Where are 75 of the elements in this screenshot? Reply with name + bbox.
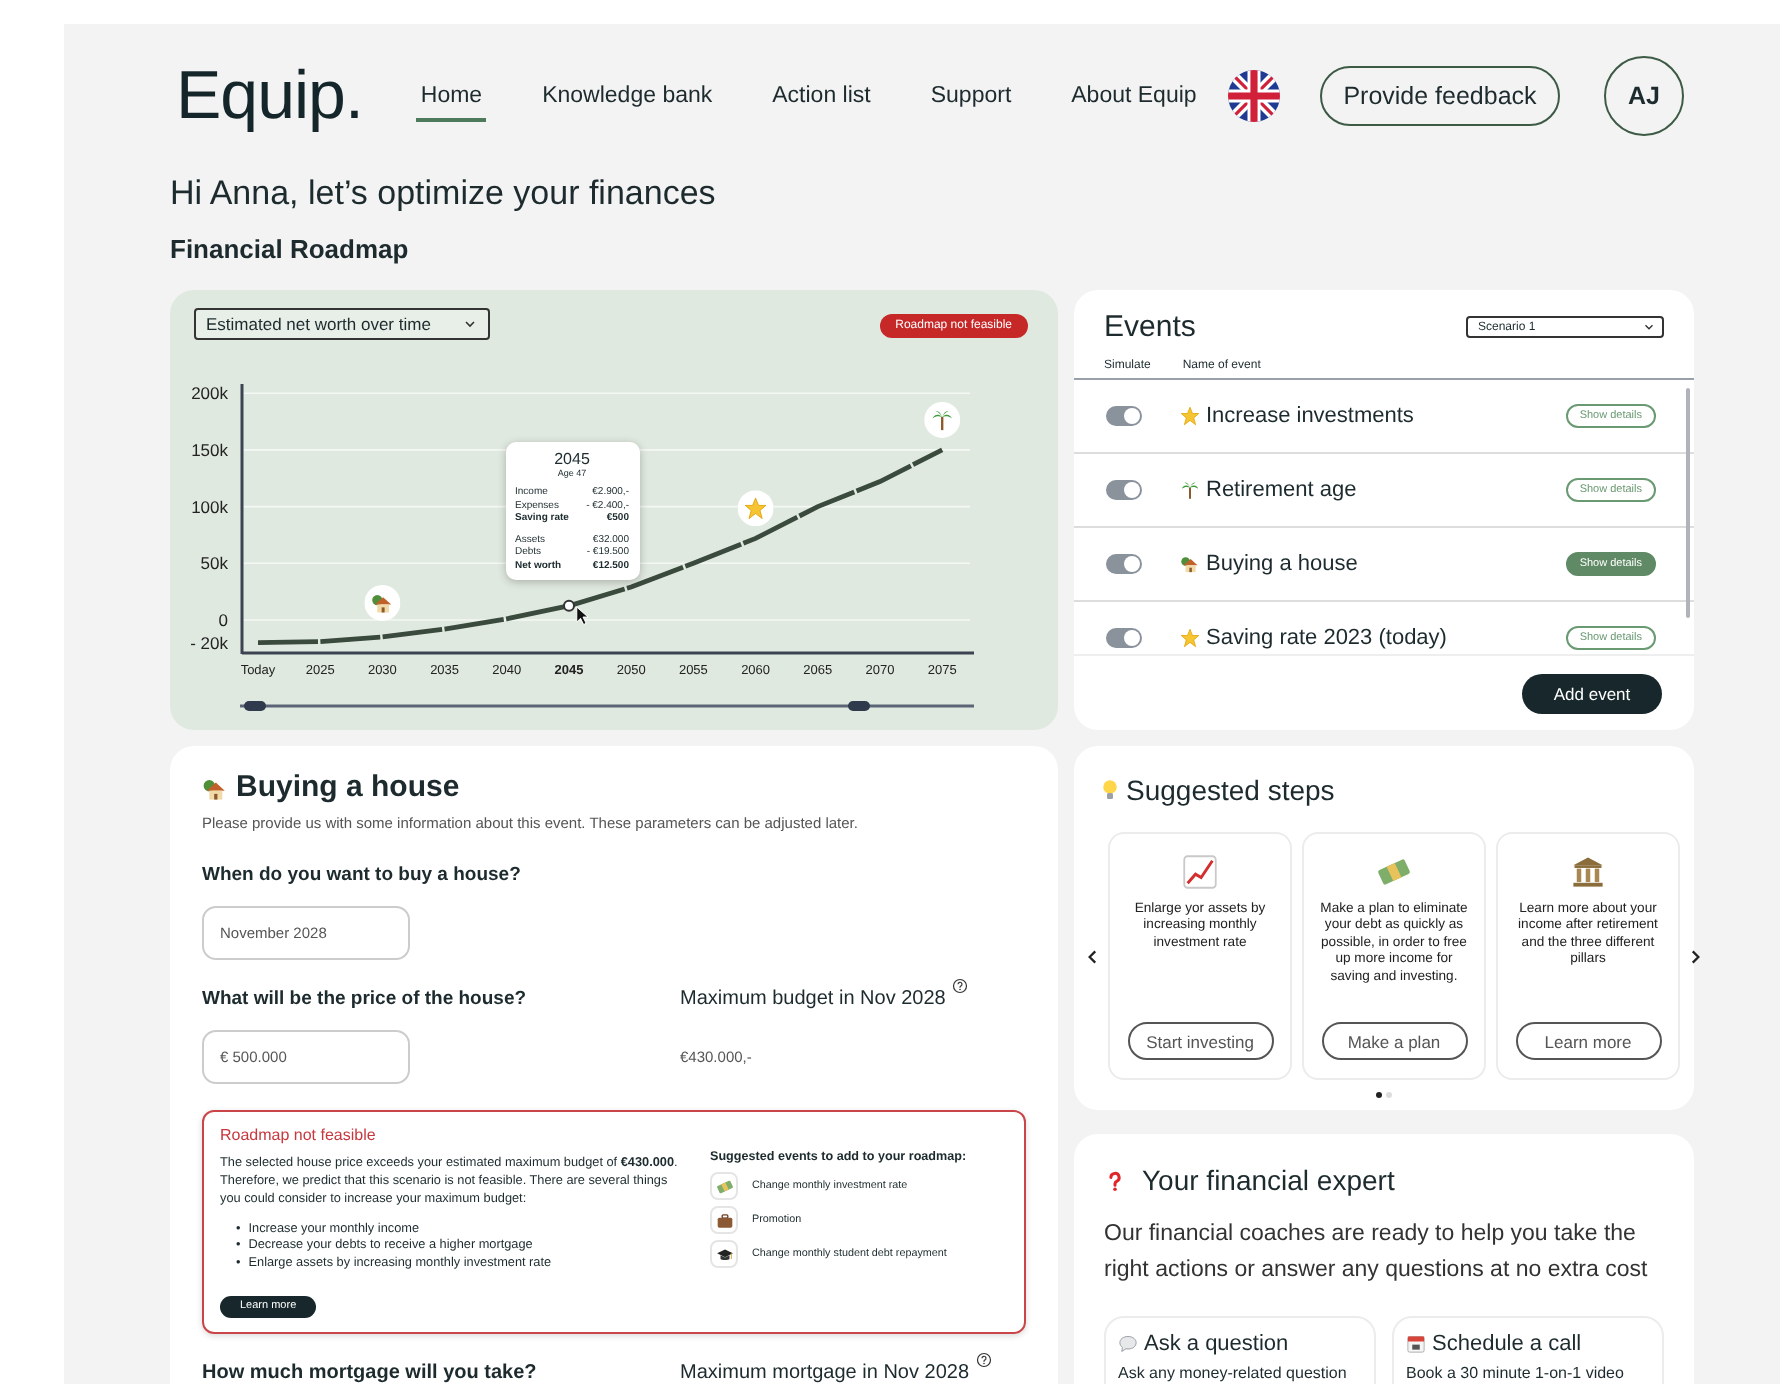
axis-label: 50k: [200, 553, 228, 574]
page-dot[interactable]: [1376, 1092, 1382, 1098]
section-title: Financial Roadmap: [170, 234, 411, 266]
tooltip-title: 2045: [552, 449, 592, 468]
add-event-button[interactable]: Add event: [1522, 673, 1662, 713]
house-icon: [202, 775, 228, 801]
chevron-left-icon[interactable]: [1084, 947, 1102, 965]
speech-bubble-icon: [1118, 1334, 1138, 1354]
chevron-right-icon[interactable]: [1686, 947, 1704, 965]
event-name: Buying a house: [1206, 552, 1358, 576]
star-icon: [1180, 406, 1200, 426]
axis-label: 200k: [191, 383, 228, 404]
range-slider[interactable]: [240, 701, 974, 711]
logo: Equip.: [176, 57, 363, 135]
house-icon[interactable]: [364, 585, 401, 621]
budget-label: Maximum budget in Nov 2028: [680, 988, 946, 1010]
section-title: Suggested steps: [1126, 774, 1335, 806]
house-icon: [1180, 554, 1200, 574]
nav-link[interactable]: Home: [416, 71, 487, 121]
event-name: Saving rate 2023 (today): [1206, 626, 1447, 650]
flag-icon[interactable]: [1228, 70, 1280, 122]
feedback-button[interactable]: Provide feedback: [1320, 66, 1560, 126]
card-title: Schedule a call: [1432, 1332, 1582, 1356]
line-chart-icon: [1182, 854, 1218, 890]
contact-card[interactable]: Ask a question Ask any money-related question: [1104, 1316, 1376, 1384]
lightbulb-icon: [1098, 778, 1122, 802]
graduation-cap-icon: [715, 1245, 733, 1263]
toggle-switch[interactable]: [1106, 406, 1142, 426]
question-label: How much mortgage will you take?: [202, 1362, 539, 1384]
chevron-down-icon: [1642, 320, 1656, 334]
help-icon[interactable]: [951, 978, 968, 994]
palm-tree-icon: [1180, 480, 1200, 500]
step-button[interactable]: Start investing: [1127, 1022, 1273, 1060]
nav-link[interactable]: Support: [926, 71, 1016, 121]
axis-label: 0: [218, 610, 228, 630]
section-title: Your financial expert: [1142, 1164, 1395, 1196]
section-title: Buying a house: [236, 770, 460, 806]
axis-label: - 20k: [190, 632, 228, 653]
chevron-down-icon: [462, 316, 478, 332]
question-mark-icon: [1104, 1169, 1126, 1191]
nav-link[interactable]: Action list: [768, 71, 875, 121]
step-button[interactable]: Learn more: [1515, 1022, 1661, 1060]
card-text: Ask any money-related question: [1118, 1364, 1349, 1382]
nav-link[interactable]: About Equip: [1067, 71, 1201, 121]
page-dot[interactable]: [1386, 1092, 1392, 1098]
card-title: Ask a question: [1144, 1332, 1289, 1356]
banknotes-icon: [715, 1177, 733, 1195]
palm-tree-icon[interactable]: [924, 401, 961, 438]
briefcase-icon: [715, 1211, 733, 1229]
toggle-switch[interactable]: [1106, 554, 1142, 574]
bank-building-icon: [1570, 854, 1606, 890]
star-icon: [1180, 628, 1200, 648]
data-point[interactable]: [563, 599, 575, 612]
question-label: When do you want to buy a house?: [202, 864, 523, 886]
calendar-icon: [1406, 1334, 1426, 1354]
toggle-switch[interactable]: [1106, 480, 1142, 500]
nav-link[interactable]: Knowledge bank: [538, 71, 717, 121]
description: Our financial coaches are ready to help you take the right actions or answer any questions at no extra cost: [1104, 1220, 1650, 1286]
greeting: Hi Anna, let’s optimize your finances: [170, 174, 718, 214]
panel-title: Events: [1104, 310, 1196, 344]
warning-title: Roadmap not feasible: [220, 1126, 378, 1144]
mortgage-label: Maximum mortgage in Nov 2028: [680, 1362, 970, 1384]
help-icon[interactable]: [975, 1352, 992, 1369]
axis-label: 100k: [191, 496, 228, 517]
question-label: What will be the price of the house?: [202, 988, 529, 1010]
chart-type-dropdown[interactable]: Estimated net worth over time: [194, 308, 490, 340]
step-button[interactable]: Make a plan: [1321, 1022, 1467, 1060]
toggle-switch[interactable]: [1106, 628, 1142, 648]
axis-label: 150k: [191, 439, 228, 460]
contact-card[interactable]: Schedule a call Book a 30 minute 1-on-1 video: [1392, 1316, 1664, 1384]
avatar[interactable]: AJ: [1604, 56, 1684, 136]
card-text: Book a 30 minute 1-on-1 video: [1406, 1364, 1626, 1382]
event-name: Retirement age: [1206, 478, 1357, 502]
event-name: Increase investments: [1206, 404, 1414, 428]
scroll-bar[interactable]: [1686, 388, 1690, 618]
